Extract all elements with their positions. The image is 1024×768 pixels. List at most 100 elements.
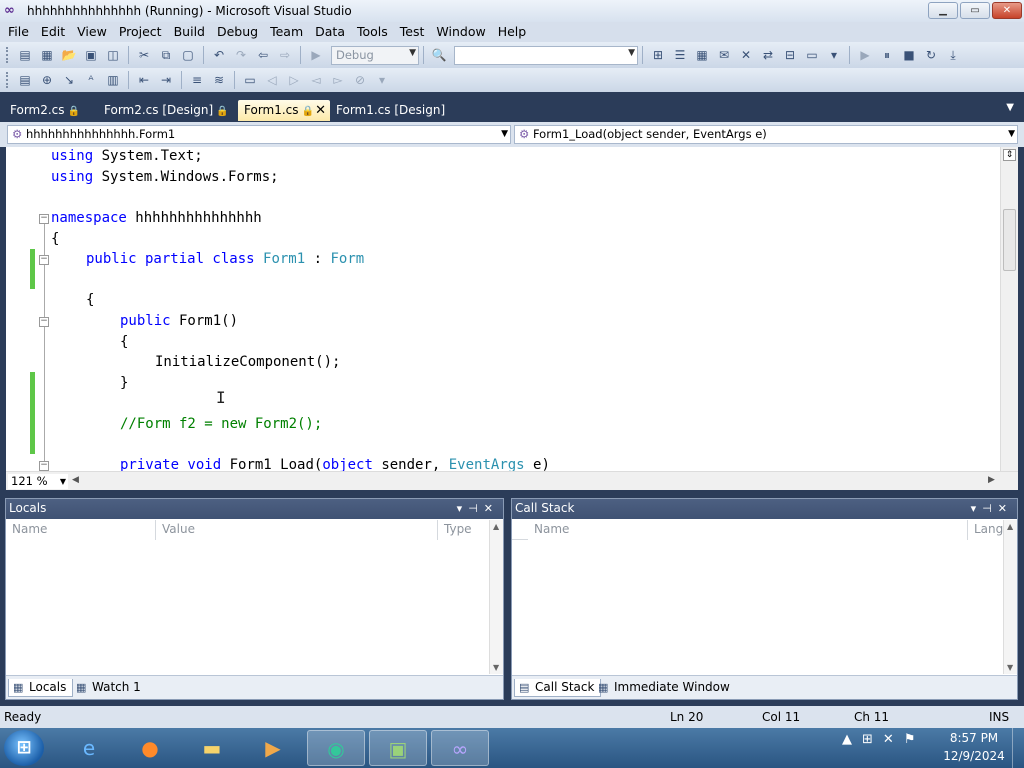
display-object-member-list-icon[interactable]: ▤ [16,72,34,88]
tab-immediate-window[interactable]: ▦ Immediate Window [594,679,736,697]
tools-icon[interactable]: ✕ [737,47,755,63]
decrease-indent-icon[interactable]: ⇤ [135,72,153,88]
menu-data[interactable]: Data [309,22,351,42]
solution-config-combo[interactable]: Debug ▼ [331,45,419,65]
redo-icon[interactable]: ↷ [232,47,250,63]
visual-studio-taskbar-icon[interactable]: ∞ [431,730,489,766]
call-stack-scrollbar[interactable]: ▲ ▼ [1003,520,1017,674]
stop-debugging-icon[interactable]: ■ [900,47,918,63]
column-header-name[interactable]: Name [528,520,968,540]
scroll-up-icon[interactable]: ▲ [1007,522,1013,531]
properties-icon[interactable]: ☰ [671,47,689,63]
uncomment-icon[interactable]: ≋ [210,72,228,88]
show-hidden-icons-icon[interactable]: ▲ [842,732,862,747]
increase-indent-icon[interactable]: ⇥ [157,72,175,88]
class-view-icon[interactable]: ⊟ [781,47,799,63]
scroll-up-icon[interactable]: ▲ [493,522,499,531]
locals-scrollbar[interactable]: ▲ ▼ [489,520,503,674]
collapse-class-icon[interactable]: − [39,255,49,265]
comment-out-icon[interactable]: ≡ [188,72,206,88]
cut-icon[interactable]: ✂ [135,47,153,63]
start-button-icon[interactable]: ⊞ [4,730,44,766]
show-desktop-button[interactable] [1012,728,1024,768]
save-all-icon[interactable]: ◫ [104,47,122,63]
toggle-bookmark-icon[interactable]: ▭ [241,72,259,88]
find-combo[interactable]: ▼ [454,45,638,65]
column-header-type[interactable]: Type [438,520,490,540]
menu-tools[interactable]: Tools [351,22,394,42]
menu-edit[interactable]: Edit [35,22,71,42]
parameter-info-icon[interactable]: ⊕ [38,72,56,88]
tab-form2-design[interactable]: Form2.cs [Design] 🔒 [98,100,230,121]
tab-watch-1[interactable]: ▦ Watch 1 [72,679,147,697]
clock-date[interactable]: 12/9/2024 [942,749,1006,763]
tab-form1-design[interactable]: Form1.cs [Design]🔒 [330,100,460,138]
collapse-method-icon[interactable]: − [39,461,49,471]
volume-muted-icon[interactable]: ✕ [883,732,904,747]
next-bookmark-folder-icon[interactable]: ▻ [329,72,347,88]
taskbar-app-screen-icon[interactable]: ▣ [369,730,427,766]
step-into-icon[interactable]: ⤓ [944,47,962,63]
menu-build[interactable]: Build [168,22,211,42]
column-header-name[interactable]: Name [6,520,156,540]
previous-bookmark-folder-icon[interactable]: ◅ [307,72,325,88]
active-files-dropdown-icon[interactable]: ▼ [1006,102,1014,113]
save-icon[interactable]: ▣ [82,47,100,63]
toolbox-icon[interactable]: ✉ [715,47,733,63]
close-button[interactable]: ✕ [992,2,1022,19]
media-player-icon[interactable]: ▶ [244,730,302,766]
window-controls[interactable]: ▾⊣✕ [457,499,499,518]
scroll-left-icon[interactable]: ◀ [72,475,79,485]
column-header-value[interactable]: Value [156,520,438,540]
menu-help[interactable]: Help [492,22,533,42]
undo-icon[interactable]: ↶ [210,47,228,63]
menu-test[interactable]: Test [394,22,431,42]
scroll-down-icon[interactable]: ▼ [1007,663,1013,672]
navigate-back-icon[interactable]: ⇦ [254,47,272,63]
toolbar-options-icon[interactable]: ▾ [373,72,391,88]
toolbar-grip[interactable] [6,47,10,63]
internet-explorer-icon[interactable]: e [60,730,118,766]
word-completion-icon[interactable]: ᴬ [82,72,100,88]
clear-bookmarks-icon[interactable]: ⊘ [351,72,369,88]
maximize-button[interactable]: ▭ [960,2,990,19]
code-editor[interactable]: − − − − using System.Text; using System.… [6,147,1000,471]
previous-bookmark-icon[interactable]: ◁ [263,72,281,88]
close-tab-icon[interactable]: ✕ [315,100,326,121]
file-explorer-icon[interactable]: ▬ [183,730,241,766]
tab-locals[interactable]: ▦ Locals [8,679,74,697]
collapse-namespace-icon[interactable]: − [39,214,49,224]
tab-form2-cs[interactable]: Form2.cs 🔒 [4,100,92,121]
zoom-combo[interactable]: 121 % ▼ [8,474,68,489]
next-bookmark-icon[interactable]: ▷ [285,72,303,88]
clock-time[interactable]: 8:57 PM [942,731,1006,745]
action-center-flag-icon[interactable]: ⚑ [904,732,926,747]
find-in-files-icon[interactable]: 🔍 [430,47,448,63]
window-layout-icon[interactable]: ▭ [803,47,821,63]
solution-explorer-icon[interactable]: ⊞ [649,47,667,63]
add-item-icon[interactable]: ▦ [38,47,56,63]
menu-file[interactable]: File [2,22,35,42]
scrollbar-thumb[interactable] [1003,209,1016,271]
members-combo[interactable]: ⚙ Form1_Load(object sender, EventArgs e)… [514,125,1018,144]
navigate-forward-icon[interactable]: ⇨ [276,47,294,63]
open-file-icon[interactable]: 📂 [60,47,78,63]
menu-debug[interactable]: Debug [211,22,264,42]
firefox-icon[interactable]: ● [121,730,179,766]
menu-view[interactable]: View [71,22,113,42]
menu-project[interactable]: Project [113,22,168,42]
collapse-constructor-icon[interactable]: − [39,317,49,327]
tab-call-stack[interactable]: ▤ Call Stack [514,679,602,697]
tab-form1-cs[interactable]: Form1.cs 🔒 ✕ [238,100,330,121]
types-combo[interactable]: ⚙ hhhhhhhhhhhhhhh.Form1 ▼ [7,125,511,144]
toolbar-grip[interactable] [6,72,10,88]
taskbar-app-teal-icon[interactable]: ◉ [307,730,365,766]
break-all-icon[interactable]: ⏸ [878,47,896,63]
continue-icon[interactable]: ▶ [856,47,874,63]
system-tray[interactable]: ▲⊞✕⚑ [842,732,925,747]
column-header-lang[interactable]: Lang [968,520,1004,540]
copy-icon[interactable]: ⧉ [157,47,175,63]
editor-vertical-scrollbar[interactable]: ⇕ [1000,147,1018,471]
split-window-icon[interactable]: ⇕ [1003,149,1016,161]
toolbar-options-icon[interactable]: ▾ [825,47,843,63]
